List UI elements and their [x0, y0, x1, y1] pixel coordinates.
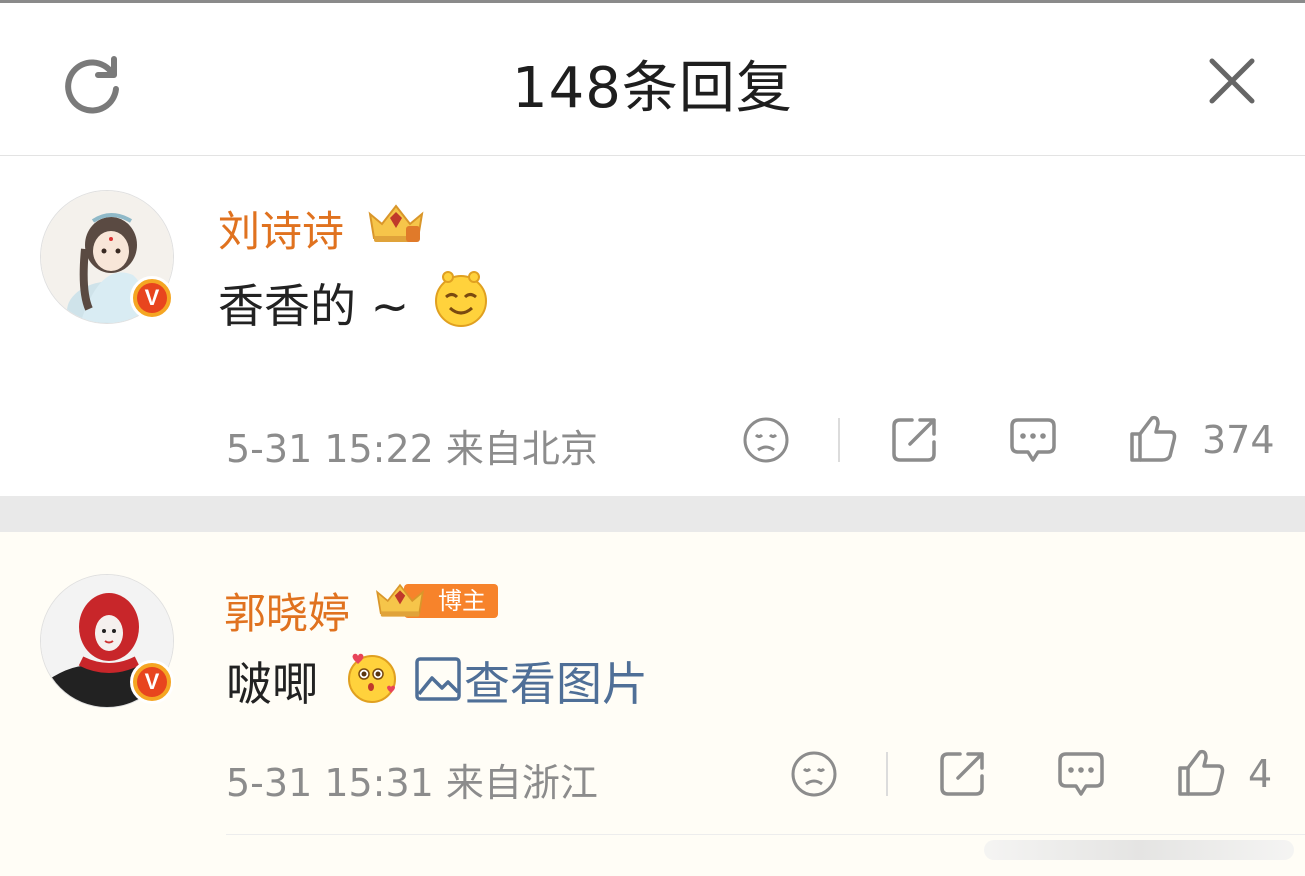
comment-meta: 5-31 15:22 来自北京 [226, 427, 598, 471]
dislike-icon[interactable] [790, 750, 838, 798]
comment-text: 啵唧 [226, 657, 318, 711]
verified-badge-icon: V [130, 660, 174, 704]
comment-meta: 5-31 15:31 来自浙江 [226, 761, 598, 805]
dislike-icon[interactable] [742, 416, 790, 464]
divider [838, 418, 840, 462]
scroll-indicator [984, 840, 1294, 860]
comment-icon[interactable] [1008, 414, 1058, 464]
comment-text: 香香的 ~ [218, 279, 410, 333]
username[interactable]: 刘诗诗 [218, 198, 344, 259]
share-icon[interactable] [890, 414, 940, 464]
avatar[interactable]: V [40, 574, 174, 708]
comment-item: V 刘诗诗 香香的 ~ 5-31 15:22 来自北京 374 [0, 156, 1305, 496]
crown-badge-icon [375, 583, 425, 617]
like-count: 374 [1202, 418, 1275, 462]
crown-badge-icon [368, 204, 424, 242]
avatar[interactable]: V [40, 190, 174, 324]
close-icon[interactable] [1206, 55, 1258, 107]
divider [226, 834, 1305, 835]
like-icon[interactable] [1176, 746, 1226, 798]
like-count: 4 [1248, 752, 1273, 796]
comment-item: V 郭晓婷 博主 啵唧 查看图片 5-31 15:31 来自浙江 4 [0, 532, 1305, 876]
replies-header: 148条回复 [0, 3, 1305, 156]
section-divider [0, 496, 1305, 532]
divider [886, 752, 888, 796]
like-icon[interactable] [1128, 412, 1178, 464]
verified-badge-icon: V [130, 276, 174, 320]
image-icon[interactable] [414, 656, 462, 702]
page-title: 148条回复 [512, 56, 793, 121]
comment-icon[interactable] [1056, 748, 1106, 798]
smiling-face-emoji [435, 271, 487, 327]
view-image-link[interactable]: 查看图片 [464, 648, 648, 714]
username[interactable]: 郭晓婷 [224, 580, 350, 641]
kiss-heart-emoji [348, 653, 396, 703]
share-icon[interactable] [938, 748, 988, 798]
